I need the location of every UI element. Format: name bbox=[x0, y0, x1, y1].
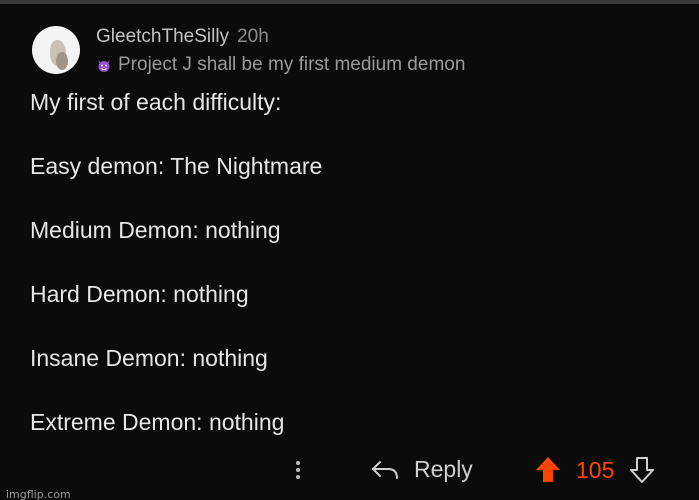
comment-line: My first of each difficulty: bbox=[30, 89, 282, 115]
vote-controls: 105 bbox=[534, 455, 656, 485]
devil-emoji-icon bbox=[98, 60, 110, 72]
user-flair: Project J shall be my first medium demon bbox=[96, 54, 465, 76]
comment: GleetchTheSilly 20h Project J shall be m… bbox=[0, 4, 699, 500]
more-vertical-icon[interactable] bbox=[290, 458, 306, 486]
watermark: imgflip.com bbox=[6, 488, 71, 500]
avatar-figure-shadow bbox=[56, 52, 68, 70]
comment-line: Extreme Demon: nothing bbox=[30, 409, 285, 435]
comment-line: Hard Demon: nothing bbox=[30, 281, 249, 307]
vote-score: 105 bbox=[576, 456, 615, 483]
reply-label: Reply bbox=[414, 456, 473, 482]
comment-meta: GleetchTheSilly 20h bbox=[96, 26, 269, 52]
upvote-arrow-icon[interactable] bbox=[534, 455, 562, 485]
timestamp: 20h bbox=[237, 26, 269, 47]
screenshot-frame: GleetchTheSilly 20h Project J shall be m… bbox=[0, 0, 699, 500]
username[interactable]: GleetchTheSilly bbox=[96, 26, 229, 48]
comment-line: Medium Demon: nothing bbox=[30, 217, 281, 243]
reply-button[interactable]: Reply bbox=[370, 456, 473, 483]
avatar[interactable] bbox=[32, 26, 80, 74]
comment-line: Insane Demon: nothing bbox=[30, 345, 268, 371]
comment-line: Easy demon: The Nightmare bbox=[30, 153, 323, 179]
flair-text: Project J shall be my first medium demon bbox=[118, 54, 466, 75]
comment-body: My first of each difficulty: Easy demon:… bbox=[30, 86, 322, 438]
comment-actions: Reply 105 bbox=[0, 452, 699, 494]
downvote-arrow-icon[interactable] bbox=[628, 455, 656, 485]
reply-arrow-icon bbox=[372, 460, 398, 479]
